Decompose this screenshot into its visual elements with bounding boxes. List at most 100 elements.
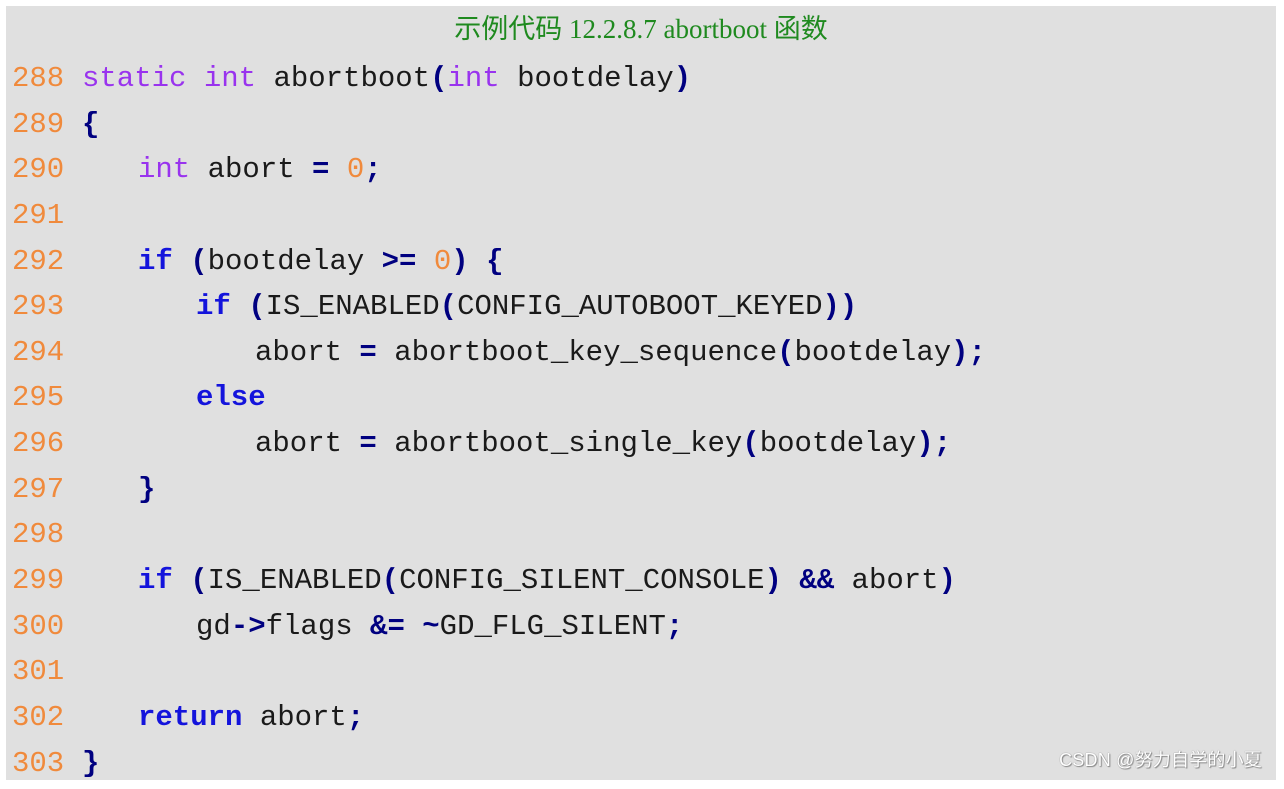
- operator: );: [951, 335, 986, 369]
- identifier: CONFIG_SILENT_CONSOLE: [399, 564, 765, 598]
- operator: &=: [370, 609, 405, 643]
- operator: ;: [364, 153, 382, 187]
- identifier: [186, 62, 203, 95]
- code-line: 300 gd->flags &= ~GD_FLG_SILENT;: [12, 604, 986, 650]
- operator: (: [430, 62, 448, 95]
- identifier: flags: [265, 609, 371, 643]
- identifier: CONFIG_AUTOBOOT_KEYED: [457, 290, 823, 324]
- identifier: [231, 290, 248, 323]
- type-keyword: int: [447, 62, 500, 95]
- code-text: if (IS_ENABLED(CONFIG_AUTOBOOT_KEYED)): [82, 284, 857, 330]
- identifier: bootdelay: [499, 62, 674, 95]
- line-number: 291: [12, 198, 65, 232]
- identifier: abortboot_single_key: [376, 427, 743, 461]
- identifier: [173, 245, 190, 278]
- code-line: 295 else: [12, 375, 986, 421]
- identifier: gd: [196, 609, 231, 643]
- identifier: bootdelay: [207, 244, 382, 278]
- code-line: 289 {: [12, 102, 986, 148]
- operator: {: [486, 244, 504, 278]
- code-line: 292 if (bootdelay >= 0) {: [12, 239, 986, 285]
- code-text: gd->flags &= ~GD_FLG_SILENT;: [82, 604, 683, 650]
- code-line: 288 static int abortboot(int bootdelay): [12, 56, 986, 102]
- operator: =: [359, 335, 377, 369]
- line-number: 299: [12, 564, 65, 598]
- operator: (: [439, 290, 458, 324]
- line-number: 292: [12, 244, 65, 278]
- code-text: {: [82, 102, 99, 148]
- code-text: if (IS_ENABLED(CONFIG_SILENT_CONSOLE) &&…: [82, 558, 956, 604]
- operator: }: [82, 746, 100, 780]
- operator: ): [451, 244, 469, 278]
- operator: }: [138, 472, 156, 506]
- code-line: 303}: [12, 741, 986, 787]
- code-line: 298: [12, 512, 986, 558]
- identifier: abort: [242, 700, 347, 734]
- operator: ;: [346, 700, 365, 734]
- line-number: 296: [12, 427, 65, 461]
- identifier: [329, 153, 346, 186]
- identifier: IS_ENABLED: [207, 564, 382, 598]
- code-line: 293 if (IS_ENABLED(CONFIG_AUTOBOOT_KEYED)…: [12, 284, 986, 330]
- line-number: 302: [12, 700, 65, 734]
- code-caption: 示例代码 12.2.8.7 abortboot 函数: [454, 14, 828, 44]
- operator: =: [312, 153, 330, 187]
- code-text: abort = abortboot_key_sequence(bootdelay…: [82, 330, 986, 376]
- operator: (: [190, 244, 208, 278]
- operator: &&: [799, 564, 835, 598]
- operator: ): [673, 62, 692, 95]
- line-number: 293: [12, 290, 65, 324]
- operator: >=: [381, 244, 417, 278]
- operator: (: [190, 564, 208, 598]
- type-keyword: static: [82, 62, 187, 95]
- identifier: IS_ENABLED: [265, 290, 440, 324]
- identifier: abort: [190, 153, 313, 187]
- identifier: [469, 245, 486, 278]
- operator: (: [248, 290, 266, 324]
- code-text: }: [82, 741, 99, 787]
- identifier: [782, 564, 799, 597]
- line-number: 290: [12, 153, 65, 187]
- operator: (: [381, 564, 400, 598]
- operator: =: [359, 427, 377, 461]
- number-literal: 0: [433, 244, 452, 278]
- control-keyword: if: [196, 290, 231, 324]
- line-number: 289: [12, 107, 65, 141]
- operator: ): [938, 564, 956, 598]
- control-keyword: else: [196, 381, 266, 415]
- control-keyword: if: [138, 564, 173, 598]
- line-number: 298: [12, 518, 65, 552]
- identifier: [173, 564, 190, 597]
- identifier: abort: [255, 335, 360, 369]
- identifier: bootdelay: [759, 427, 917, 461]
- code-line: 296 abort = abortboot_single_key(bootdela…: [12, 421, 986, 467]
- type-keyword: int: [203, 62, 257, 95]
- code-text: else: [82, 375, 266, 421]
- code-listing: 示例代码 12.2.8.7 abortboot 函数 288 static int…: [6, 6, 1276, 780]
- line-number: 300: [12, 609, 65, 643]
- line-number: 297: [12, 472, 65, 506]
- line-number: 303: [12, 746, 65, 780]
- code-line: 302 return abort;: [12, 695, 986, 741]
- code-text: int abort = 0;: [82, 147, 382, 193]
- code-text: if (bootdelay >= 0) {: [82, 239, 504, 285]
- control-keyword: if: [138, 244, 173, 278]
- operator: (: [742, 427, 760, 461]
- identifier: [416, 245, 433, 278]
- operator: ): [764, 564, 782, 598]
- identifier: abortboot_key_sequence: [376, 335, 778, 369]
- code-line: 291: [12, 193, 986, 239]
- code-line: 301: [12, 649, 986, 695]
- operator: )): [822, 290, 858, 324]
- line-number: 294: [12, 335, 65, 369]
- code-line: 294 abort = abortboot_key_sequence(bootde…: [12, 330, 986, 376]
- code-line: 297}: [12, 467, 986, 513]
- operator: ;: [665, 609, 684, 643]
- code-text: abort = abortboot_single_key(bootdelay);: [82, 421, 951, 467]
- code-text: return abort;: [82, 695, 364, 741]
- line-number: 295: [12, 381, 65, 415]
- code-text: static int abortboot(int bootdelay): [82, 56, 691, 102]
- operator: ~: [422, 609, 440, 643]
- line-number: 288: [12, 62, 65, 95]
- code-block: 288 static int abortboot(int bootdelay) 28…: [12, 56, 986, 786]
